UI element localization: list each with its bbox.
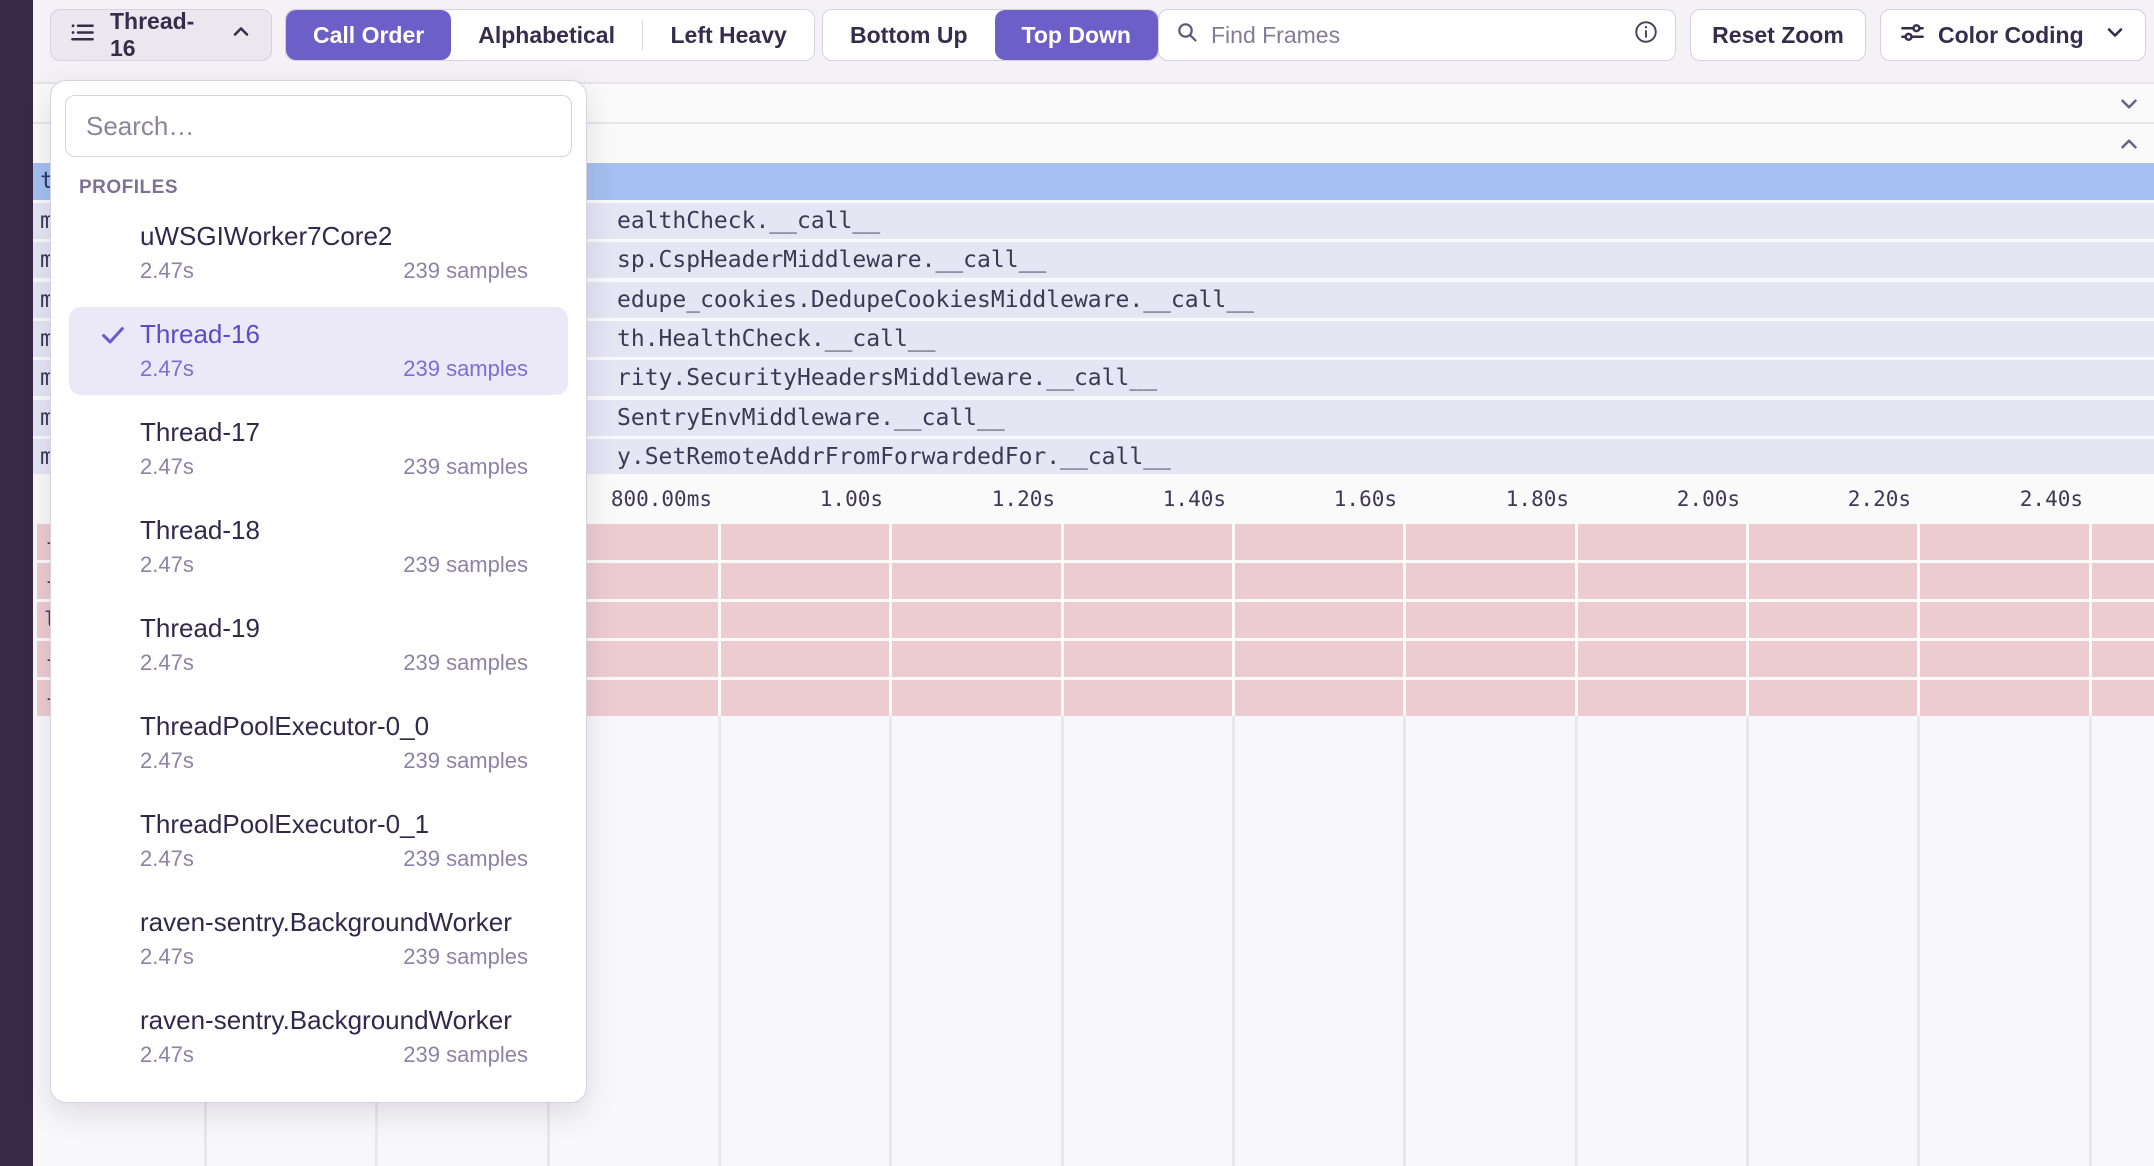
profile-option-thread-19[interactable]: Thread-19 2.47s 239 samples [69,601,568,689]
profile-option-threadpoolexecutor-0-0[interactable]: ThreadPoolExecutor-0_0 2.47s 239 samples [69,699,568,787]
checkmark-icon [99,321,127,354]
profile-option-raven-sentry-backgroundworker-1[interactable]: raven-sentry.BackgroundWorker 2.47s 239 … [69,895,568,983]
profile-name: raven-sentry.BackgroundWorker [140,907,528,937]
chevron-up-icon [229,20,253,50]
axis-tick-label: 800.00ms [611,487,712,511]
toolbar: Thread-16 Call Order Alphabetical Left H… [33,0,2154,82]
reset-zoom-label: Reset Zoom [1712,22,1844,49]
axis-tick-label: 1.20s [992,487,1055,511]
profiles-section-label: PROFILES [79,177,572,199]
sort-mode-tabs: Call Order Alphabetical Left Heavy [285,9,815,61]
find-frames-input[interactable] [1211,22,1621,49]
profile-samples: 239 samples [403,552,528,578]
profile-samples: 239 samples [403,748,528,774]
profile-name: raven-sentry.BackgroundWorker [140,1005,528,1035]
profile-samples: 239 samples [403,650,528,676]
profile-option-uwsgiworker7core2[interactable]: uWSGIWorker7Core2 2.47s 239 samples [69,209,568,297]
profile-samples: 239 samples [403,356,528,382]
axis-tick-label: 2.40s [2020,487,2083,511]
profile-name: ThreadPoolExecutor-0_0 [140,711,528,741]
thread-selector-label: Thread-16 [110,8,215,62]
profile-duration: 2.47s [140,748,194,774]
profile-duration: 2.47s [140,258,194,284]
gridline [718,524,721,716]
chevron-down-icon[interactable] [2116,91,2142,122]
profile-option-threadpoolexecutor-0-1[interactable]: ThreadPoolExecutor-0_1 2.47s 239 samples [69,797,568,885]
gridline [1232,524,1235,716]
profile-name: uWSGIWorker7Core2 [140,221,528,251]
frame-text: edupe_cookies.DedupeCookiesMiddleware.__… [617,287,1254,313]
chevron-down-icon [2103,20,2127,50]
direction-tabs: Bottom Up Top Down [822,9,1159,61]
tab-bottom-up[interactable]: Bottom Up [823,10,995,60]
profiles-dropdown: PROFILES uWSGIWorker7Core2 2.47s 239 sam… [50,80,587,1103]
profile-option-thread-16[interactable]: Thread-16 2.47s 239 samples [69,307,568,395]
app-sidebar-strip [0,0,33,1166]
frame-text: sp.CspHeaderMiddleware.__call__ [617,247,1046,273]
profiles-search-input[interactable] [65,95,572,157]
gridline [1403,716,1406,1166]
gridline [1746,716,1749,1166]
profile-samples: 239 samples [403,944,528,970]
frame-text: SentryEnvMiddleware.__call__ [617,405,1005,431]
find-frames-field[interactable] [1158,9,1676,61]
frame-text: y.SetRemoteAddrFromForwardedFor.__call__ [617,444,1171,470]
profile-name: Thread-18 [140,515,528,545]
gridline [1061,716,1064,1166]
sliders-icon [1899,19,1926,52]
tab-alphabetical[interactable]: Alphabetical [451,10,642,60]
thread-selector-button[interactable]: Thread-16 [50,9,272,61]
profile-samples: 239 samples [403,1042,528,1068]
profile-samples: 239 samples [403,258,528,284]
axis-tick-label: 2.20s [1848,487,1911,511]
profile-name: Thread-16 [140,319,528,349]
profile-duration: 2.47s [140,846,194,872]
axis-tick-label: 2.00s [1677,487,1740,511]
list-icon [69,19,96,52]
gridline [1917,716,1920,1166]
gridline [889,716,892,1166]
gridline [1232,716,1235,1166]
gridline [1575,524,1578,716]
frame-text: ealthCheck.__call__ [617,208,880,234]
search-icon [1175,20,1199,50]
profile-duration: 2.47s [140,356,194,382]
gridline [718,716,721,1166]
color-coding-button[interactable]: Color Coding [1880,9,2146,61]
axis-tick-label: 1.40s [1163,487,1226,511]
profile-duration: 2.47s [140,454,194,480]
frame-text: rity.SecurityHeadersMiddleware.__call__ [617,365,1157,391]
gridline [1575,716,1578,1166]
profile-option-thread-18[interactable]: Thread-18 2.47s 239 samples [69,503,568,591]
profile-option-raven-sentry-backgroundworker-2[interactable]: raven-sentry.BackgroundWorker 2.47s 239 … [69,993,568,1081]
color-coding-label: Color Coding [1938,22,2091,49]
gridline [1917,524,1920,716]
chevron-up-icon[interactable] [2116,131,2142,162]
profile-duration: 2.47s [140,1042,194,1068]
tab-left-heavy[interactable]: Left Heavy [643,10,813,60]
profile-option-thread-17[interactable]: Thread-17 2.47s 239 samples [69,405,568,493]
axis-tick-label: 1.80s [1506,487,1569,511]
gridline [1746,524,1749,716]
frame-text: th.HealthCheck.__call__ [617,326,936,352]
gridline [889,524,892,716]
gridline [2089,716,2092,1166]
gridline [1061,524,1064,716]
gridline [1403,524,1406,716]
axis-tick-label: 1.00s [820,487,883,511]
profile-name: ThreadPoolExecutor-0_1 [140,809,528,839]
profile-name: Thread-17 [140,417,528,447]
tab-call-order[interactable]: Call Order [286,10,451,60]
axis-tick-label: 1.60s [1334,487,1397,511]
info-icon[interactable] [1633,19,1659,51]
reset-zoom-button[interactable]: Reset Zoom [1690,9,1866,61]
profile-duration: 2.47s [140,552,194,578]
tab-top-down[interactable]: Top Down [995,10,1158,60]
gridline [2089,524,2092,716]
profile-duration: 2.47s [140,650,194,676]
profile-samples: 239 samples [403,846,528,872]
profile-name: Thread-19 [140,613,528,643]
profile-samples: 239 samples [403,454,528,480]
profile-duration: 2.47s [140,944,194,970]
